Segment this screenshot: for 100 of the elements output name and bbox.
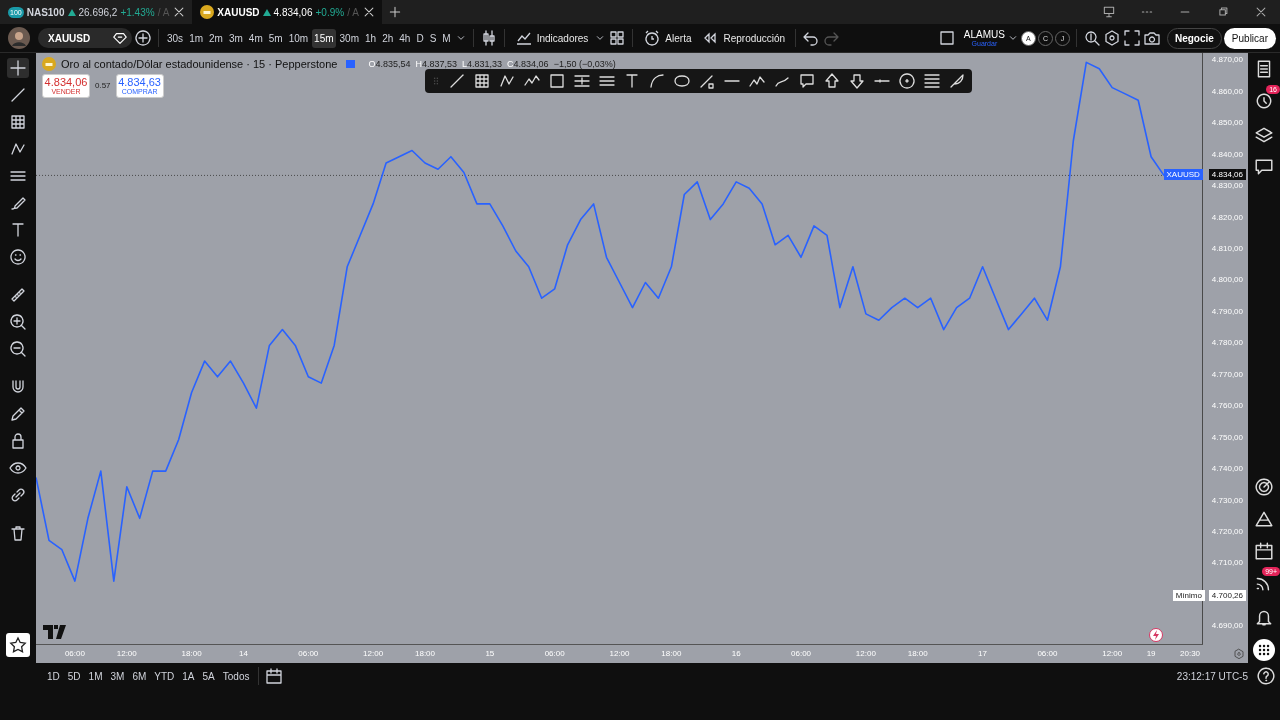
replay-button[interactable]: Reproducción [697,27,790,49]
lightning-icon[interactable] [1149,628,1163,642]
interval-button[interactable]: S [427,28,439,48]
interval-button[interactable]: 1m [187,28,206,48]
fullscreen-icon[interactable] [1122,29,1141,47]
interval-button[interactable]: 4m [246,28,265,48]
diamond-icon[interactable] [112,30,128,46]
templates-icon[interactable] [608,29,627,47]
tab-change: +1.43% [120,6,155,18]
smiley-icon[interactable] [7,247,29,267]
time-tick: 16 [731,649,741,658]
layout-icon[interactable] [937,29,956,47]
interval-button[interactable]: 3m [226,28,245,48]
monitor-icon[interactable] [1102,5,1116,19]
range-button[interactable]: 1A [179,668,198,684]
interval-button[interactable]: M [440,28,453,48]
quick-search-icon[interactable] [1082,29,1101,47]
price-label-name: XAUUSD [1163,169,1203,181]
clock-text: 23:12:17 UTC-5 [1176,670,1248,682]
interval-button[interactable]: 2h [380,28,396,48]
ohlc-value: L4.831,33 [462,59,503,69]
range-button[interactable]: 5A [199,668,218,684]
alarm-clock-icon [643,29,662,47]
time-tick: 06:00 [298,649,319,658]
price-tick: 4.770,00 [1211,369,1243,379]
trade-button[interactable]: Negocie [1166,27,1222,49]
trend-line-icon[interactable] [448,72,466,90]
lines-icon[interactable] [923,72,941,90]
arrow-up-icon[interactable] [823,72,841,90]
alerts-clock-icon[interactable] [1254,91,1274,111]
crosshair-icon[interactable] [7,58,29,78]
avatar[interactable] [8,27,30,49]
price-tick: 4.810,00 [1211,244,1243,254]
new-tab-icon[interactable] [387,5,402,19]
range-button[interactable]: 3M [107,668,128,684]
favorites-button[interactable] [6,633,30,657]
calendar-icon[interactable] [1254,541,1274,561]
camera-icon[interactable] [1142,29,1161,47]
price-label-name: Mínimo [1172,590,1205,601]
restore-icon[interactable] [1216,5,1230,19]
flag-icon [346,60,356,68]
price-tick: 4.780,00 [1211,338,1243,348]
rectangle-icon[interactable] [548,72,566,90]
grid-icon[interactable] [473,72,491,90]
price-tick: 4.720,00 [1211,526,1243,536]
tab-price: 26.696,2 [78,6,118,18]
chat-icon[interactable] [1254,157,1274,177]
date-range-icon[interactable] [265,667,284,685]
add-symbol-icon[interactable] [134,29,152,47]
help-icon[interactable] [1256,666,1276,686]
time-tick: 06:00 [544,649,565,658]
logo-icon [43,625,67,639]
ohlc-value: H4.837,53 [415,59,457,69]
target-icon[interactable] [1254,477,1274,497]
callout-icon[interactable] [798,72,816,90]
interval-button[interactable]: D [414,28,426,48]
interval-button[interactable]: 30s [165,28,186,48]
layout-name[interactable]: ALAMUS [963,29,1005,40]
axis-settings-icon[interactable] [1233,648,1245,660]
coin-icon [42,57,56,71]
price-tick: 4.800,00 [1211,275,1243,285]
time-tick: 15 [485,649,495,658]
interval-button[interactable]: 30m [337,28,361,48]
indicators-button[interactable]: Indicadores [510,27,593,49]
layers-icon[interactable] [1254,125,1274,145]
range-button[interactable]: 6M [129,668,150,684]
price-tick: 4.830,00 [1211,181,1243,191]
range-button[interactable]: Todos [219,668,253,684]
interval-button[interactable]: 15m [312,28,336,48]
publish-button[interactable]: Publicar [1223,27,1276,49]
symbol-tab[interactable]: XAUUSD 4.834,06 +0.9% / A [192,0,382,24]
time-tick: 12:00 [116,649,137,658]
time-tick: 12:00 [609,649,630,658]
interval-button[interactable]: 5m [266,28,285,48]
arrow-down-icon[interactable] [848,72,866,90]
symbol-title: Oro al contado/Dólar estadounidense · 15 · Pepperstone [61,58,338,70]
triangle-icon[interactable] [1254,509,1274,529]
interval-button[interactable]: 2m [207,28,225,48]
range-button[interactable]: 5D [64,668,84,684]
alert-button[interactable]: Alerta [639,27,696,49]
settings-icon[interactable] [1102,29,1121,47]
close-icon[interactable] [1254,5,1268,19]
arc-icon[interactable] [648,72,666,90]
apps-icon[interactable] [1253,639,1275,661]
pen-icon[interactable] [948,72,966,90]
price-tick: 4.820,00 [1211,212,1243,222]
range-button[interactable]: 1M [85,668,106,684]
interval-button[interactable]: 10m [286,28,311,48]
price-tick: 4.870,00 [1211,55,1243,65]
ellipse-icon[interactable] [673,72,691,90]
time-tick: 12:00 [855,649,876,658]
symbol-search-field[interactable]: XAUUSD [38,28,132,48]
price-tick: 4.740,00 [1211,464,1243,474]
interval-button[interactable]: 4h [397,28,413,48]
time-tick: 17 [978,649,987,658]
interval-button[interactable]: 1h [363,28,379,48]
price-tick: 4.850,00 [1211,118,1243,128]
range-button[interactable]: 1D [44,668,63,684]
tab-symbol: XAUUSD [217,6,260,18]
range-button[interactable]: YTD [151,668,178,684]
